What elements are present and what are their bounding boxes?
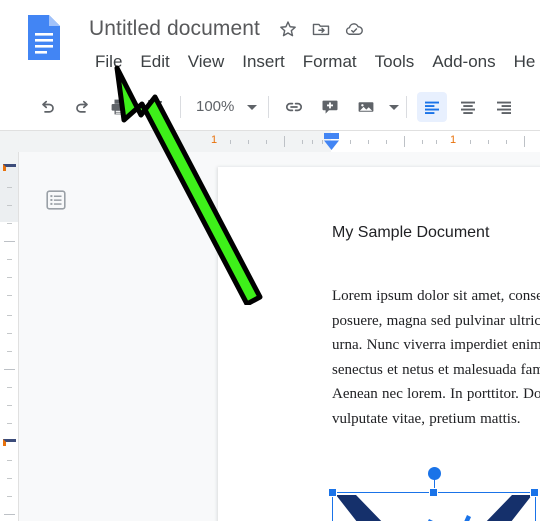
image-options-chevron-down-icon[interactable] xyxy=(389,104,400,110)
vruler-top-margin-band xyxy=(0,167,18,222)
menu-format[interactable]: Format xyxy=(294,48,366,76)
menu-file[interactable]: File xyxy=(86,48,131,76)
resize-handle-top-right[interactable] xyxy=(530,488,539,497)
insert-link-icon[interactable] xyxy=(279,92,309,122)
document-heading[interactable]: My Sample Document xyxy=(332,222,540,244)
chevron-down-icon xyxy=(247,104,258,110)
toolbar: 100% xyxy=(0,84,540,130)
docs-file-icon[interactable] xyxy=(26,14,62,62)
cloud-saved-icon[interactable] xyxy=(344,19,364,39)
zoom-control[interactable]: 100% xyxy=(188,93,261,121)
selected-image[interactable] xyxy=(328,467,539,521)
document-paragraph[interactable]: Lorem ipsum dolor sit amet, consectetur … xyxy=(332,284,540,432)
menu-view[interactable]: View xyxy=(179,48,234,76)
vruler-top-margin-marker[interactable] xyxy=(3,164,16,171)
title-row: Untitled document xyxy=(86,12,364,46)
menu-add-ons[interactable]: Add-ons xyxy=(423,48,504,76)
align-left-icon[interactable] xyxy=(417,92,448,122)
toolbar-separator xyxy=(268,96,270,118)
align-right-icon[interactable] xyxy=(489,92,519,122)
vertical-ruler[interactable] xyxy=(0,152,19,521)
ruler-label-left: 1 xyxy=(211,134,218,146)
resize-handle-top-center[interactable] xyxy=(429,488,438,497)
print-icon[interactable] xyxy=(104,92,134,122)
redo-icon[interactable] xyxy=(68,92,98,122)
menu-insert[interactable]: Insert xyxy=(233,48,294,76)
menu-edit[interactable]: Edit xyxy=(131,48,178,76)
ruler-label-right: 1 xyxy=(450,134,457,146)
add-comment-icon[interactable] xyxy=(315,92,345,122)
document-page[interactable]: My Sample Document Lorem ipsum dolor sit… xyxy=(218,167,540,521)
document-outline-icon[interactable] xyxy=(41,185,71,215)
align-center-icon[interactable] xyxy=(453,92,483,122)
google-docs-window: Untitled document File Edit View Insert … xyxy=(0,0,540,521)
menu-tools[interactable]: Tools xyxy=(366,48,424,76)
insert-image-icon[interactable] xyxy=(351,92,381,122)
paint-format-icon[interactable] xyxy=(140,92,170,122)
zoom-value: 100% xyxy=(196,98,235,115)
star-icon[interactable] xyxy=(278,19,298,39)
indent-marker-icon[interactable] xyxy=(324,133,339,150)
move-to-folder-icon[interactable] xyxy=(311,19,331,39)
document-title-input[interactable]: Untitled document xyxy=(86,15,263,43)
horizontal-ruler[interactable]: 1 1 xyxy=(0,130,540,153)
toolbar-separator xyxy=(406,96,408,118)
rotation-handle[interactable] xyxy=(428,467,441,480)
menu-help[interactable]: He xyxy=(505,48,540,76)
vruler-bottom-margin-marker[interactable] xyxy=(3,439,16,446)
app-header: Untitled document File Edit View Insert … xyxy=(0,0,540,84)
ruler-left-margin-band xyxy=(218,131,331,153)
resize-handle-top-left[interactable] xyxy=(328,488,337,497)
document-canvas: My Sample Document Lorem ipsum dolor sit… xyxy=(19,152,540,521)
toolbar-separator xyxy=(180,96,181,118)
undo-icon[interactable] xyxy=(32,92,62,122)
page-content: My Sample Document Lorem ipsum dolor sit… xyxy=(332,222,540,432)
menu-bar: File Edit View Insert Format Tools Add-o… xyxy=(86,48,540,76)
title-action-icons xyxy=(278,19,364,39)
